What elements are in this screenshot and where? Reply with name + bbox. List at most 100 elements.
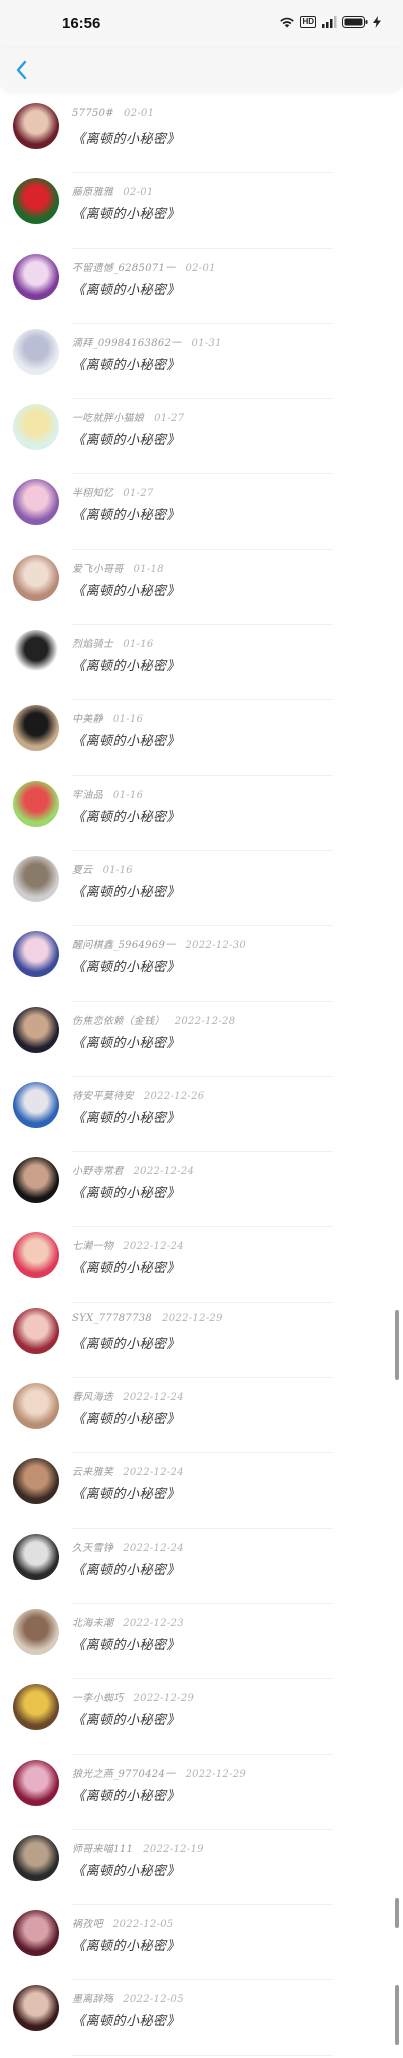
list-item[interactable]: 滴拜_09984163862一 01-31 《离顿的小秘密》 — [0, 326, 403, 401]
list-item[interactable]: 伤焦恋依赖（金钱） 2022-12-28 《离顿的小秘密》 — [0, 1004, 403, 1079]
user-name[interactable]: 一吃就胖小猫娘 — [72, 413, 144, 424]
list-item[interactable]: 藤原雅雅 02-01 《离顿的小秘密》 — [0, 175, 403, 250]
scrollbar-thumb-lower[interactable] — [395, 1898, 399, 1928]
item-date: 2022-12-24 — [123, 1241, 184, 1253]
user-name[interactable]: 不留遗憾_6285071一 — [72, 263, 175, 274]
user-name[interactable]: 伤焦恋依赖（金钱） — [72, 1016, 165, 1027]
list-item[interactable]: 久天雪铮 2022-12-24 《离顿的小秘密》 — [0, 1531, 403, 1606]
avatar[interactable] — [13, 404, 59, 451]
divider — [72, 925, 333, 927]
list-item[interactable]: 57750# 02-01 《离顿的小秘密》 — [0, 100, 403, 175]
avatar[interactable] — [13, 931, 59, 978]
avatar[interactable] — [13, 1307, 59, 1354]
avatar[interactable] — [13, 1834, 59, 1881]
user-name[interactable]: 一李小蜘巧 — [72, 1693, 124, 1704]
divider — [72, 1377, 333, 1379]
item-meta: 七濑一物 2022-12-24 — [72, 1237, 184, 1252]
list-item[interactable]: 七濑一物 2022-12-24 《离顿的小秘密》 — [0, 1229, 403, 1304]
avatar[interactable] — [13, 1458, 59, 1505]
user-name[interactable]: 牢油品 — [72, 790, 103, 801]
list-item[interactable]: 春风海迭 2022-12-24 《离顿的小秘密》 — [0, 1380, 403, 1455]
avatar[interactable] — [13, 103, 59, 149]
scrollbar-thumb-bottom[interactable] — [395, 1985, 399, 2045]
avatar[interactable] — [13, 855, 59, 902]
user-name[interactable]: 春风海迭 — [72, 1392, 113, 1403]
user-name[interactable]: 北海未潮 — [72, 1618, 113, 1629]
user-name[interactable]: 狼光之燕_9770424一 — [72, 1769, 175, 1780]
scrollbar-thumb[interactable] — [395, 1310, 399, 1380]
item-message: 《离顿的小秘密》 — [72, 1487, 181, 1503]
user-name[interactable]: 烈焰骑士 — [72, 639, 113, 650]
hd-badge: HD — [300, 16, 316, 28]
avatar[interactable] — [13, 1759, 59, 1806]
user-name[interactable]: 墨离辞殇 — [72, 1994, 113, 2005]
list-item[interactable]: 半栩知忆 01-27 《离顿的小秘密》 — [0, 476, 403, 551]
back-arrow-icon[interactable] — [10, 58, 34, 82]
user-name[interactable]: 待安平莫待安 — [72, 1091, 134, 1102]
user-name[interactable]: 爱飞小哥哥 — [72, 564, 124, 575]
list-item[interactable]: 夏云 01-16 《离顿的小秘密》 — [0, 853, 403, 928]
user-name[interactable]: 半栩知忆 — [72, 488, 113, 499]
user-name[interactable]: 藤原雅雅 — [72, 187, 113, 198]
user-name[interactable]: 中美静 — [72, 714, 103, 725]
avatar[interactable] — [13, 630, 59, 677]
user-name[interactable]: 云来雅笑 — [72, 1467, 113, 1478]
avatar[interactable] — [13, 780, 59, 827]
list-item[interactable]: 醒问棋鑫_5964969一 2022-12-30 《离顿的小秘密》 — [0, 928, 403, 1003]
user-name[interactable]: 57750# — [72, 108, 114, 119]
item-meta: 藤原雅雅 02-01 — [72, 183, 154, 198]
list-item[interactable]: 祸孜吧 2022-12-05 《离顿的小秘密》 — [0, 1907, 403, 1982]
user-name[interactable]: 小野寺常君 — [72, 1166, 124, 1177]
user-name[interactable]: 滴拜_09984163862一 — [72, 338, 182, 349]
divider — [72, 322, 333, 324]
list-item[interactable]: 牢油品 01-16 《离顿的小秘密》 — [0, 778, 403, 853]
status-time: 16:56 — [62, 15, 101, 32]
item-date: 01-16 — [112, 789, 144, 801]
list-item[interactable]: 北海未潮 2022-12-23 《离顿的小秘密》 — [0, 1606, 403, 1681]
item-date: 02-01 — [185, 262, 216, 274]
list-item[interactable]: 墨离辞殇 2022-12-05 《离顿的小秘密》 — [0, 1982, 403, 2057]
user-name[interactable]: 七濑一物 — [72, 1241, 113, 1252]
avatar[interactable] — [13, 1006, 59, 1053]
list-item[interactable]: 爱飞小哥哥 01-18 《离顿的小秘密》 — [0, 552, 403, 627]
list-item[interactable]: 云来雅笑 2022-12-24 《离顿的小秘密》 — [0, 1455, 403, 1530]
user-name[interactable]: 久天雪铮 — [72, 1543, 113, 1554]
avatar[interactable] — [13, 479, 59, 526]
avatar[interactable] — [13, 1383, 59, 1430]
avatar[interactable] — [13, 1232, 59, 1279]
item-message: 《离顿的小秘密》 — [72, 809, 181, 825]
avatar[interactable] — [13, 1608, 59, 1655]
user-name[interactable]: 祸孜吧 — [72, 1919, 103, 1930]
avatar[interactable] — [13, 178, 59, 225]
avatar[interactable] — [13, 1684, 59, 1731]
list-item[interactable]: 一吃就胖小猫娘 01-27 《离顿的小秘密》 — [0, 401, 403, 476]
user-name[interactable]: 夏云 — [72, 865, 93, 876]
item-date: 2022-12-29 — [185, 1768, 247, 1780]
item-meta: 师哥来喵111 2022-12-19 — [72, 1840, 204, 1855]
avatar[interactable] — [13, 253, 59, 300]
list-item[interactable]: 师哥来喵111 2022-12-19 《离顿的小秘密》 — [0, 1832, 403, 1907]
list-item[interactable]: SYX_77787738 2022-12-29 《离顿的小秘密》 — [0, 1305, 403, 1380]
list-item[interactable]: 不留遗憾_6285071一 02-01 《离顿的小秘密》 — [0, 251, 403, 326]
user-name[interactable]: 师哥来喵111 — [72, 1844, 133, 1855]
list-item[interactable]: 烈焰骑士 01-16 《离顿的小秘密》 — [0, 627, 403, 702]
avatar[interactable] — [13, 1985, 59, 2032]
user-name[interactable]: SYX_77787738 — [72, 1313, 152, 1324]
avatar[interactable] — [13, 705, 59, 752]
item-meta: 不留遗憾_6285071一 02-01 — [72, 259, 216, 274]
list-item[interactable]: 小野寺常君 2022-12-24 《离顿的小秘密》 — [0, 1154, 403, 1229]
list-item[interactable]: 狼光之燕_9770424一 2022-12-29 《离顿的小秘密》 — [0, 1757, 403, 1832]
avatar[interactable] — [13, 1157, 59, 1204]
avatar[interactable] — [13, 1533, 59, 1580]
list-item[interactable]: 待安平莫待安 2022-12-26 《离顿的小秘密》 — [0, 1079, 403, 1154]
user-name[interactable]: 醒问棋鑫_5964969一 — [72, 940, 175, 951]
avatar[interactable] — [13, 328, 59, 375]
item-meta: SYX_77787738 2022-12-29 — [72, 1313, 223, 1324]
avatar[interactable] — [13, 554, 59, 601]
item-meta: 中美静 01-16 — [72, 710, 143, 725]
avatar[interactable] — [13, 1910, 59, 1957]
avatar[interactable] — [13, 1081, 59, 1128]
list-item[interactable]: 中美静 01-16 《离顿的小秘密》 — [0, 702, 403, 777]
list-item[interactable]: 一李小蜘巧 2022-12-29 《离顿的小秘密》 — [0, 1681, 403, 1756]
item-date: 2022-12-29 — [133, 1693, 195, 1705]
